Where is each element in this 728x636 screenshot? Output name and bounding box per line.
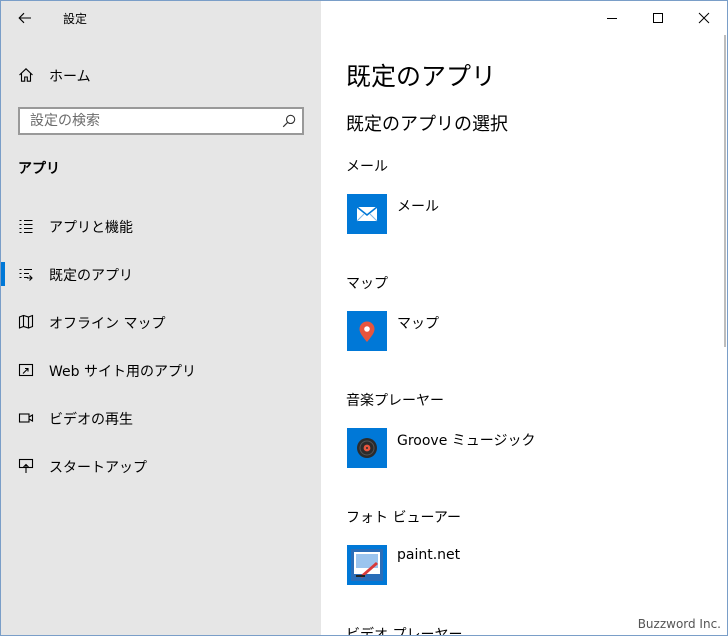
sidebar-item-home[interactable]: ホーム (1, 59, 321, 91)
category-label-maps: マップ (346, 276, 388, 292)
sidebar-item-apps-features[interactable]: アプリと機能 (1, 206, 321, 246)
default-app-mail-button[interactable] (347, 194, 387, 234)
category-label-mail: メール (346, 159, 388, 175)
default-app-maps-button[interactable] (347, 311, 387, 351)
search-input[interactable] (20, 109, 280, 133)
watermark: Buzzword Inc. (637, 617, 721, 631)
default-app-name: Groove ミュージック (397, 433, 536, 449)
back-arrow-icon (18, 12, 31, 24)
sidebar-item-home-label: ホーム (49, 69, 91, 85)
page-subtitle: 既定のアプリの選択 (346, 114, 508, 135)
sidebar-item-label: ビデオの再生 (49, 412, 133, 428)
sidebar-item-label: 既定のアプリ (49, 268, 133, 284)
mail-icon (356, 206, 378, 222)
video-playback-icon (18, 413, 34, 423)
default-apps-icon (19, 268, 33, 281)
close-button[interactable] (681, 1, 727, 35)
sidebar-item-label: オフライン マップ (49, 316, 166, 332)
groove-music-icon (357, 438, 377, 458)
back-button[interactable] (9, 3, 41, 33)
apps-for-websites-icon (18, 363, 34, 377)
window-title: 設定 (63, 12, 88, 26)
sidebar-item-label: スタートアップ (49, 460, 147, 476)
sidebar-item-label: Web サイト用のアプリ (49, 364, 196, 380)
maximize-button[interactable] (635, 1, 681, 35)
offline-maps-icon (18, 314, 34, 329)
selection-indicator (1, 262, 5, 286)
maximize-icon (653, 13, 663, 23)
default-app-name: paint.net (397, 547, 461, 563)
default-app-name: マップ (397, 316, 439, 332)
apps-features-icon (19, 219, 33, 234)
category-label-video-player: ビデオ プレーヤー (346, 627, 463, 636)
default-app-name: メール (397, 199, 439, 215)
search-icon[interactable] (282, 114, 296, 128)
section-title: アプリ (18, 161, 60, 177)
content-pane: 既定のアプリ 既定のアプリの選択 メール メール マップ マップ 音楽プレーヤー (321, 1, 727, 635)
home-icon (19, 68, 33, 82)
category-label-music-player: 音楽プレーヤー (346, 393, 444, 409)
sidebar: 設定 ホーム アプリ アプリと機能 (1, 1, 321, 635)
sidebar-item-startup[interactable]: スタートアップ (1, 446, 321, 486)
sidebar-item-default-apps[interactable]: 既定のアプリ (1, 254, 321, 294)
sidebar-item-label: アプリと機能 (49, 220, 133, 236)
title-bar: 設定 (1, 1, 321, 35)
category-label-photo-viewer: フォト ビューアー (346, 510, 462, 526)
close-icon (698, 12, 710, 24)
sidebar-item-apps-for-websites[interactable]: Web サイト用のアプリ (1, 350, 321, 390)
sidebar-item-video-playback[interactable]: ビデオの再生 (1, 398, 321, 438)
maps-icon (359, 321, 375, 342)
search-box[interactable] (18, 107, 304, 135)
page-title: 既定のアプリ (346, 62, 497, 91)
minimize-icon (607, 18, 617, 19)
startup-icon (18, 458, 34, 473)
paint-net-icon (351, 549, 383, 581)
sidebar-item-offline-maps[interactable]: オフライン マップ (1, 302, 321, 342)
scrollbar[interactable] (724, 35, 726, 347)
default-app-music-button[interactable] (347, 428, 387, 468)
default-app-photo-viewer-button[interactable] (347, 545, 387, 585)
minimize-button[interactable] (589, 1, 635, 35)
settings-window: 設定 ホーム アプリ アプリと機能 (0, 0, 728, 636)
